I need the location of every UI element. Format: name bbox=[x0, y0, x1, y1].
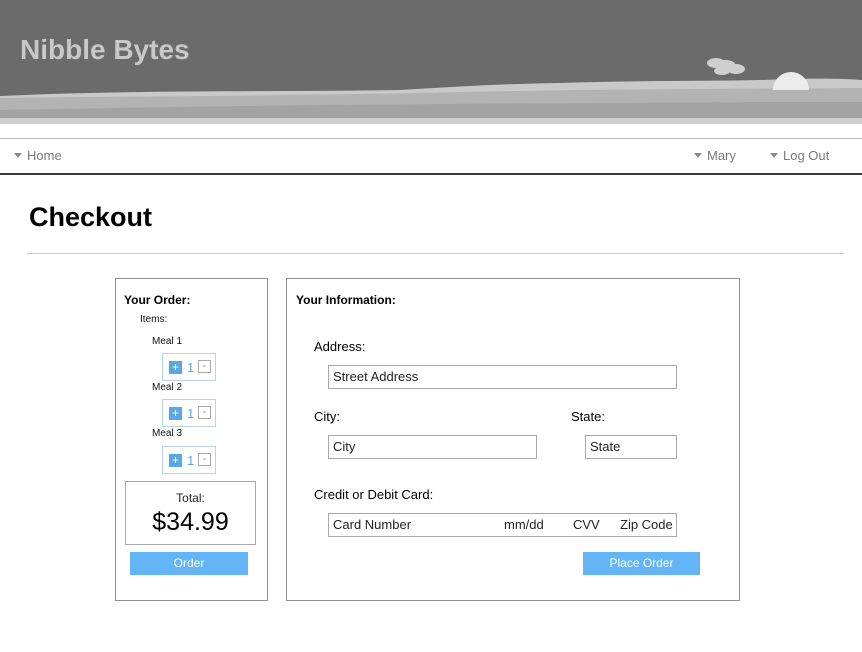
total-label: Total: bbox=[176, 491, 205, 505]
street-address-input[interactable]: Street Address bbox=[328, 365, 677, 389]
cloud-icon bbox=[707, 58, 745, 75]
information-heading: Your Information: bbox=[296, 293, 396, 307]
nav-user-menu[interactable]: Mary bbox=[694, 148, 736, 163]
decrement-button[interactable]: - bbox=[198, 453, 211, 466]
city-input[interactable]: City bbox=[328, 435, 537, 459]
quantity-value: 1 bbox=[187, 406, 195, 421]
card-input[interactable]: Card Number mm/dd CVV Zip Code bbox=[328, 513, 677, 537]
items-label: Items: bbox=[140, 314, 168, 325]
increment-button[interactable]: + bbox=[169, 454, 182, 467]
card-number-field[interactable]: Card Number bbox=[333, 514, 411, 536]
caret-down-icon bbox=[694, 153, 702, 158]
quantity-stepper: + 1 - bbox=[162, 446, 216, 474]
card-zip-field[interactable]: Zip Code bbox=[620, 514, 673, 536]
nav-home-link[interactable]: Home bbox=[14, 148, 62, 163]
nav-user-label: Mary bbox=[707, 148, 736, 163]
quantity-value: 1 bbox=[187, 453, 195, 468]
caret-down-icon bbox=[14, 153, 22, 158]
state-label: State: bbox=[571, 409, 605, 424]
order-panel: Your Order: Items: Meal 1 + 1 - Meal 2 +… bbox=[115, 278, 268, 601]
nav-logout-link[interactable]: Log Out bbox=[770, 148, 829, 163]
card-cvv-field[interactable]: CVV bbox=[573, 514, 600, 536]
information-panel: Your Information: Address: Street Addres… bbox=[286, 278, 740, 601]
page-title: Checkout bbox=[29, 202, 153, 232]
quantity-stepper: + 1 - bbox=[162, 399, 216, 427]
increment-button[interactable]: + bbox=[169, 407, 182, 420]
app-title: Nibble Bytes bbox=[20, 34, 190, 65]
meal-name: Meal 1 bbox=[152, 336, 183, 347]
decrement-button[interactable]: - bbox=[198, 406, 211, 419]
state-input[interactable]: State bbox=[585, 435, 677, 459]
city-label: City: bbox=[314, 409, 340, 424]
meal-name: Meal 2 bbox=[152, 382, 183, 393]
sun-icon bbox=[773, 72, 809, 90]
header-banner: Nibble Bytes bbox=[0, 0, 862, 124]
order-button[interactable]: Order bbox=[130, 552, 248, 575]
quantity-value: 1 bbox=[187, 360, 195, 375]
quantity-stepper: + 1 - bbox=[162, 353, 216, 381]
increment-button[interactable]: + bbox=[169, 361, 182, 374]
meal-name: Meal 3 bbox=[152, 428, 183, 439]
card-label: Credit or Debit Card: bbox=[314, 487, 434, 502]
title-divider bbox=[27, 253, 844, 254]
decrement-button[interactable]: - bbox=[198, 360, 211, 373]
card-date-field[interactable]: mm/dd bbox=[504, 514, 544, 536]
place-order-button[interactable]: Place Order bbox=[583, 552, 700, 575]
caret-down-icon bbox=[770, 153, 778, 158]
address-label: Address: bbox=[314, 339, 366, 354]
total-box: Total: $34.99 bbox=[125, 481, 256, 545]
order-heading: Your Order: bbox=[124, 293, 191, 307]
nav-home-label: Home bbox=[27, 148, 62, 163]
total-value: $34.99 bbox=[152, 508, 229, 536]
nav-logout-label: Log Out bbox=[783, 148, 830, 163]
nav-bar: Home Mary Log Out bbox=[0, 138, 862, 175]
